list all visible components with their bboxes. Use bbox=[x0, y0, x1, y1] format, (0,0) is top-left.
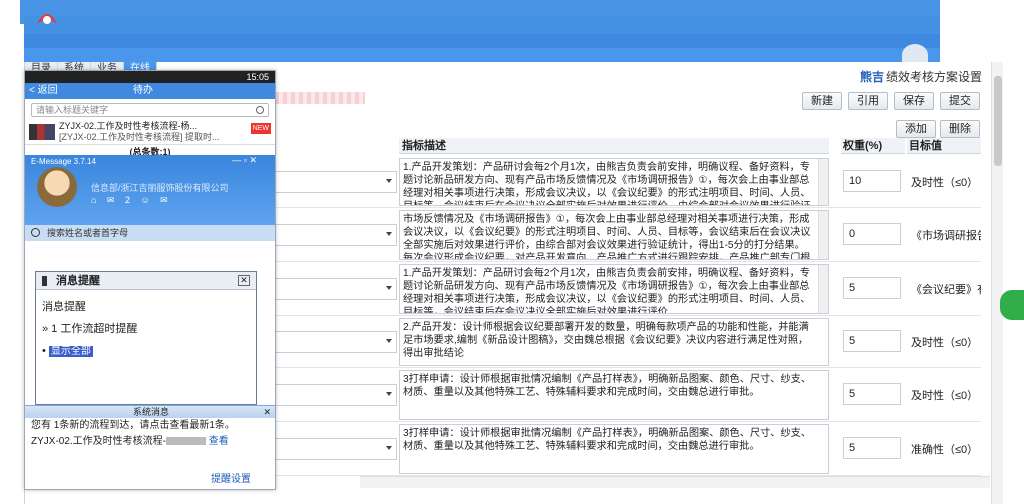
scrollbar[interactable] bbox=[818, 211, 828, 259]
scrollbar[interactable] bbox=[818, 265, 828, 313]
company-logo-icon bbox=[37, 14, 57, 24]
horizontal-scrollbar[interactable] bbox=[360, 476, 990, 488]
chevron-down-icon bbox=[386, 392, 392, 396]
close-icon[interactable]: ✕ bbox=[263, 406, 271, 418]
save-button[interactable]: 保存 bbox=[894, 92, 934, 110]
avatar[interactable] bbox=[37, 167, 77, 207]
chevron-down-icon bbox=[386, 446, 392, 450]
indicator-desc[interactable]: 市场反馈情况及《市场调研报告》①，每次会上由事业部总经理对相关事项进行决策，形成… bbox=[399, 210, 829, 260]
close-icon[interactable]: ✕ bbox=[238, 275, 250, 286]
weight-input[interactable]: 5 bbox=[843, 330, 901, 352]
show-all-link[interactable]: 显示全部 bbox=[48, 346, 93, 357]
indicator-desc[interactable]: 3打样申请：设计师根据审批情况编制《产品打样表》，明确新品图案、颜色、尺寸、纱支… bbox=[399, 370, 829, 420]
emessage-search-input[interactable]: 搜索姓名或者首字母 bbox=[25, 225, 275, 241]
vertical-scrollbar[interactable] bbox=[991, 62, 1003, 504]
search-icon bbox=[31, 228, 40, 237]
cite-button[interactable]: 引用 bbox=[848, 92, 888, 110]
chevron-down-icon bbox=[386, 179, 392, 183]
target-value: 《市场调研报告 bbox=[911, 230, 981, 242]
page-title: 熊吉 绩效考核方案设置 bbox=[860, 68, 982, 85]
emessage-panel: E-Message 3.7.14 — ▫ ✕ 信息部/浙江吉丽服饰股份有限公司 … bbox=[25, 155, 275, 225]
list-item[interactable]: ZYJX-02.工作及时性考核流程-杨... [ZYJX-02.工作及时性考核流… bbox=[25, 121, 275, 145]
system-message-popup: 系统消息 ✕ 您有 1条新的流程到达，请点击查看最新1条。 ZYJX-02.工作及… bbox=[25, 405, 275, 489]
system-message-line: 您有 1条新的流程到达，请点击查看最新1条。 bbox=[31, 420, 235, 431]
system-message-header: 系统消息 ✕ bbox=[25, 406, 275, 418]
emessage-org: 信息部/浙江吉丽服饰股份有限公司 bbox=[91, 183, 229, 193]
search-icon bbox=[256, 106, 264, 114]
dialog-body: 消息提醒 » 1 工作流超时提醒 • 显示全部 bbox=[36, 290, 256, 369]
item-subtitle: [ZYJX-02.工作及时性考核流程] 提取时... bbox=[59, 132, 220, 142]
item-thumbnail bbox=[29, 124, 55, 140]
column-header-weight: 权重(%) bbox=[841, 138, 905, 154]
chevron-down-icon bbox=[386, 339, 392, 343]
delete-row-button[interactable]: 删除 bbox=[940, 120, 980, 138]
indicator-desc[interactable]: 1.产品开发策划：产品研讨会每2个月1次，由熊吉负责会前安排，明确议程、备好资料… bbox=[399, 158, 829, 206]
new-button[interactable]: 新建 bbox=[802, 92, 842, 110]
toolbar: 新建 引用 保存 提交 bbox=[802, 92, 980, 110]
new-badge: NEW bbox=[250, 123, 271, 134]
scrollbar[interactable] bbox=[818, 159, 828, 205]
reminder-settings-link[interactable]: 提醒设置 bbox=[211, 470, 251, 485]
message-reminder-dialog: 消息提醒 ✕ 消息提醒 » 1 工作流超时提醒 • 显示全部 bbox=[35, 271, 257, 405]
weight-input[interactable]: 0 bbox=[843, 223, 901, 245]
title-brand: 熊吉 bbox=[859, 70, 884, 84]
column-header-desc: 指标描述 bbox=[399, 138, 829, 154]
target-value: 及时性（≤0） bbox=[911, 390, 979, 402]
indicator-desc[interactable]: 1.产品开发策划：产品研讨会每2个月1次，由熊吉负责会前安排，明确议程、备好资料… bbox=[399, 264, 829, 314]
item-title: ZYJX-02.工作及时性考核流程-杨... bbox=[59, 121, 198, 131]
weight-input[interactable]: 5 bbox=[843, 437, 901, 459]
system-message-flow: ZYJX-02.工作及时性考核流程- 查看 bbox=[31, 436, 229, 447]
target-value: 及时性（≤0） bbox=[911, 337, 979, 349]
title-text: 绩效考核方案设置 bbox=[885, 70, 982, 84]
window-controls-icon[interactable]: — ▫ ✕ bbox=[232, 155, 257, 166]
status-time: 15:05 bbox=[246, 72, 269, 82]
target-value: 《会议纪要》有 bbox=[911, 284, 981, 296]
chevron-down-icon bbox=[386, 286, 392, 290]
chevron-down-icon bbox=[386, 232, 392, 236]
weight-input[interactable]: 10 bbox=[843, 170, 901, 192]
phone-status-bar: 15:05 bbox=[25, 71, 275, 83]
scrollbar-thumb[interactable] bbox=[994, 76, 1002, 166]
phone-screenshot-overlay: 15:05 < 返回 待办 请输入标题关键字 ZYJX-02.工作及时性考核流程… bbox=[24, 70, 276, 490]
submit-button[interactable]: 提交 bbox=[940, 92, 980, 110]
weight-input[interactable]: 5 bbox=[843, 383, 901, 405]
side-widget-icon[interactable] bbox=[1000, 290, 1024, 320]
redacted-text bbox=[166, 437, 207, 446]
weight-input[interactable]: 5 bbox=[843, 277, 901, 299]
timeout-reminder-item[interactable]: » 1 工作流超时提醒 bbox=[42, 318, 250, 340]
column-header-target: 目标值 bbox=[907, 138, 981, 154]
view-link[interactable]: 查看 bbox=[209, 436, 229, 447]
emessage-header: E-Message 3.7.14 bbox=[31, 157, 96, 166]
phone-nav-bar: < 返回 待办 bbox=[25, 83, 275, 99]
add-row-button[interactable]: 添加 bbox=[896, 120, 936, 138]
row-tools: 添加 删除 bbox=[896, 120, 980, 138]
target-value: 准确性（≤0） bbox=[911, 444, 979, 456]
speaker-icon bbox=[42, 276, 52, 286]
back-button[interactable]: < 返回 bbox=[29, 83, 58, 99]
emessage-toolbar-icons[interactable]: ⌂ ✉ 2 ☺ ✉ bbox=[91, 195, 172, 206]
indicator-desc[interactable]: 2.产品开发：设计师根据会议纪要部署开发的数量，明确每款项产品的功能和性能，并能… bbox=[399, 318, 829, 366]
dialog-line: 消息提醒 bbox=[42, 301, 86, 313]
redacted-text bbox=[275, 92, 365, 104]
phone-search-input[interactable]: 请输入标题关键字 bbox=[31, 103, 269, 117]
phone-nav-title: 待办 bbox=[133, 85, 153, 96]
dialog-header: 消息提醒 ✕ bbox=[36, 272, 256, 290]
indicator-desc[interactable]: 3打样申请：设计师根据审批情况编制《产品打样表》，明确新品图案、颜色、尺寸、纱支… bbox=[399, 424, 829, 474]
target-value: 及时性（≤0） bbox=[911, 177, 979, 189]
